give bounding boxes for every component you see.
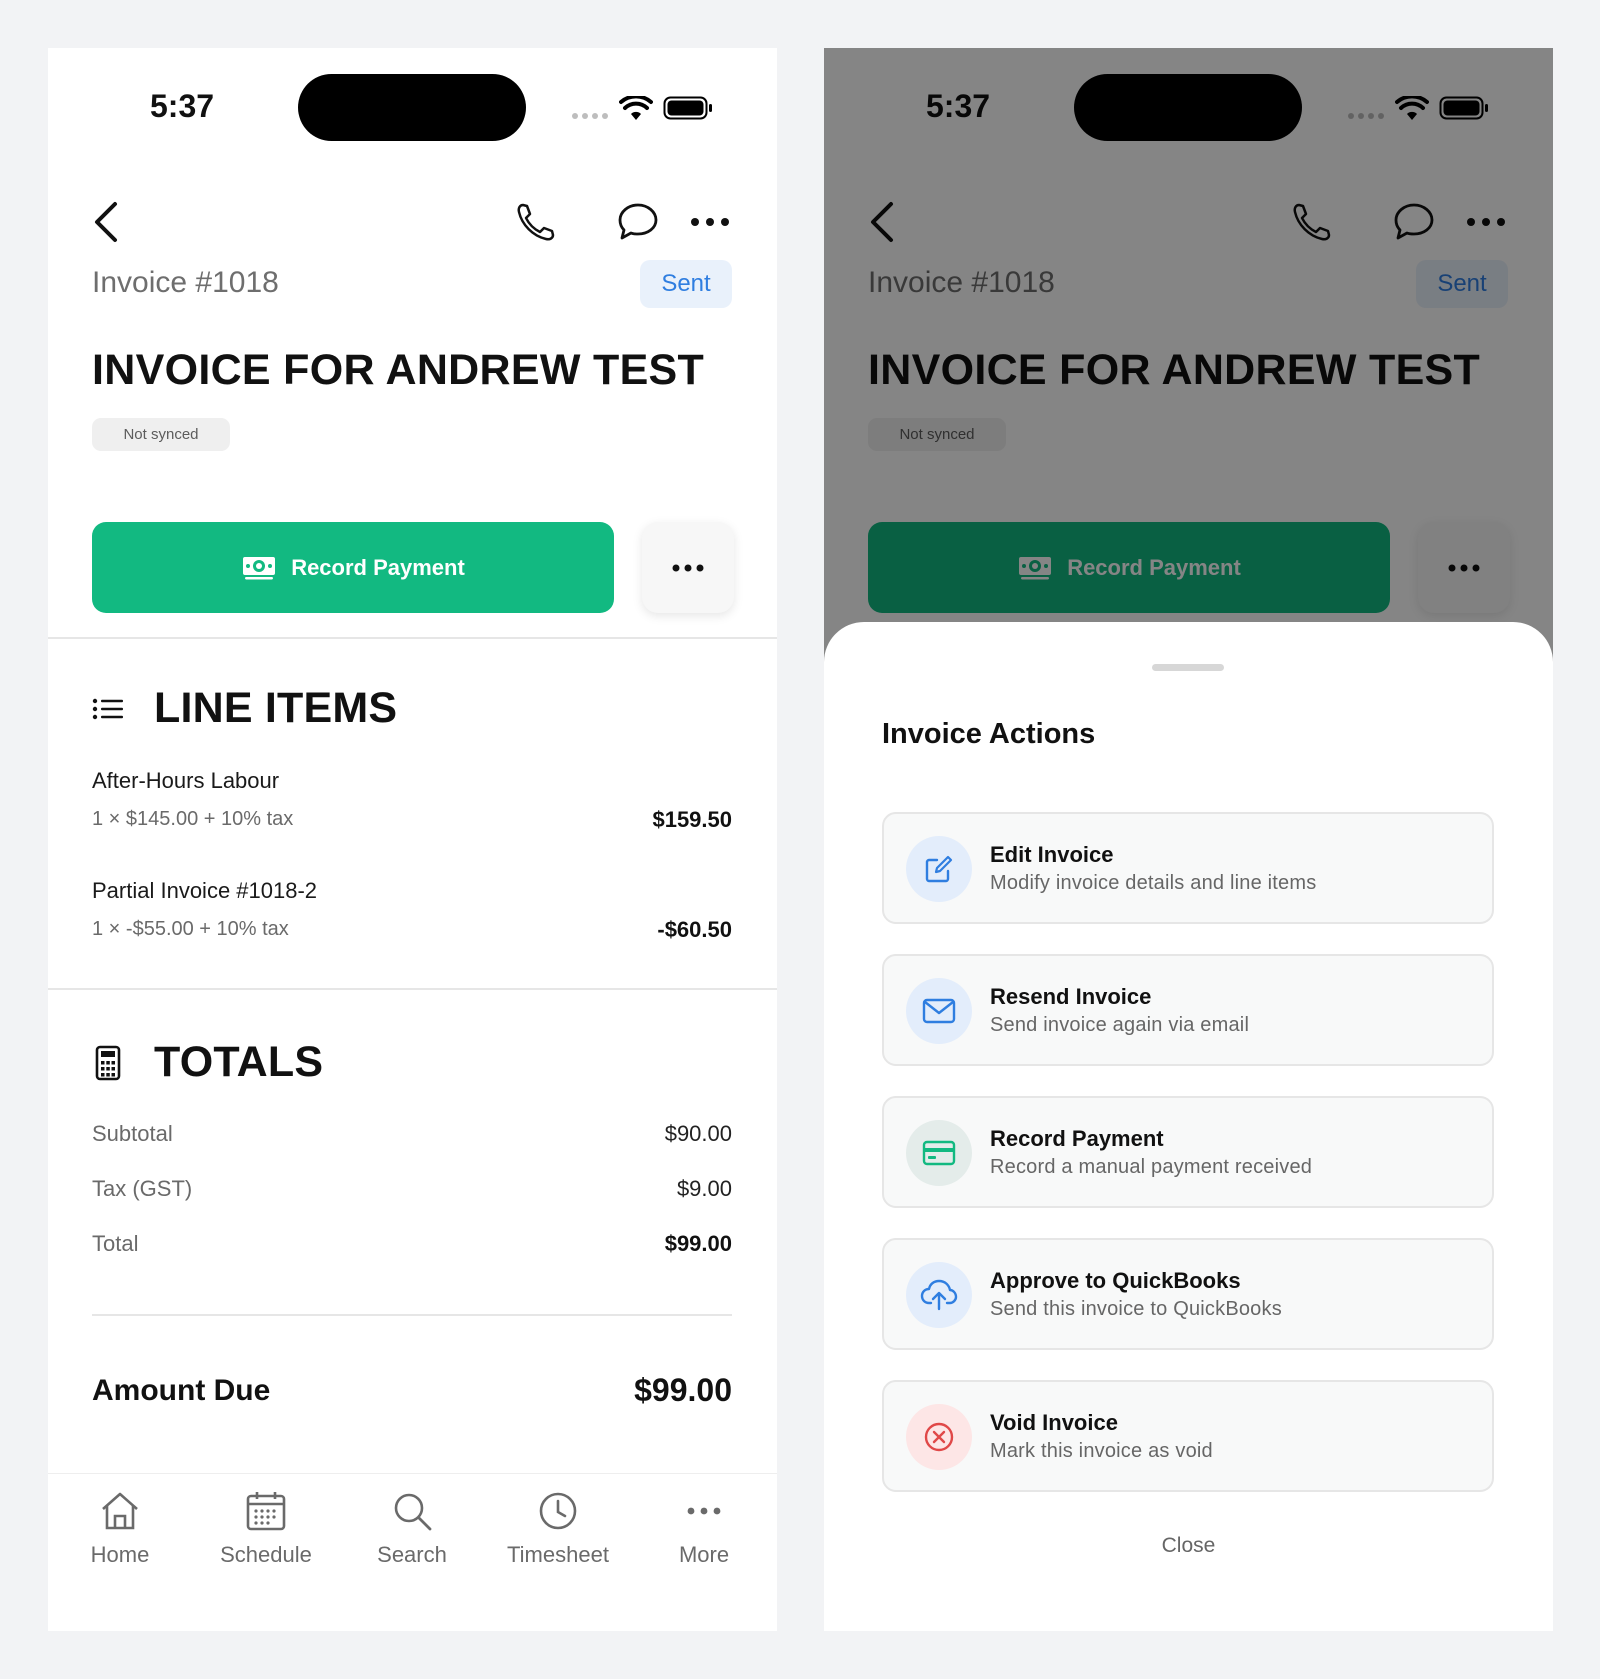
- void-invoice-action[interactable]: Void Invoice Mark this invoice as void: [882, 1380, 1494, 1492]
- action-subtitle: Modify invoice details and line items: [990, 872, 1317, 894]
- clock-icon: [539, 1492, 577, 1530]
- tab-more[interactable]: More: [634, 1490, 774, 1568]
- status-bar: 5:37: [48, 48, 777, 178]
- search-icon: [394, 1493, 432, 1531]
- resend-invoice-action[interactable]: Resend Invoice Send invoice again via em…: [882, 954, 1494, 1066]
- action-title: Void Invoice: [990, 1410, 1118, 1435]
- status-badge: Sent: [640, 260, 732, 308]
- card-icon: [906, 1120, 972, 1186]
- battery-icon: [663, 96, 712, 120]
- subtotal-value: $90.00: [664, 1121, 732, 1146]
- tab-timesheet[interactable]: Timesheet: [488, 1490, 628, 1568]
- tab-label: Search: [377, 1542, 447, 1567]
- void-icon: [906, 1404, 972, 1470]
- divider: [48, 637, 777, 639]
- back-icon[interactable]: [80, 196, 132, 248]
- line-item-name: After-Hours Labour: [92, 768, 280, 793]
- wifi-icon: [619, 96, 653, 120]
- record-payment-button[interactable]: Record Payment: [92, 522, 614, 613]
- status-time: 5:37: [150, 88, 215, 124]
- tab-home[interactable]: Home: [50, 1490, 190, 1568]
- invoice-screen: 5:37 Invoice #1018 Sent INVOICE FOR ANDR…: [48, 48, 777, 1631]
- action-title: Record Payment: [990, 1126, 1164, 1151]
- tab-label: More: [678, 1542, 730, 1567]
- action-subtitle: Send invoice again via email: [990, 1014, 1250, 1036]
- totals-title: TOTALS: [154, 1038, 324, 1086]
- line-item-amount: -$60.50: [657, 917, 732, 942]
- amount-due-value: $99.00: [634, 1372, 732, 1408]
- close-button[interactable]: Close: [824, 1534, 1553, 1558]
- phone-icon[interactable]: [510, 196, 562, 248]
- mail-icon: [906, 978, 972, 1044]
- action-subtitle: Mark this invoice as void: [990, 1440, 1213, 1462]
- tab-search[interactable]: Search: [342, 1490, 482, 1568]
- tax-label: Tax (GST): [92, 1176, 193, 1201]
- page-title: INVOICE FOR ANDREW TEST: [92, 346, 705, 394]
- subtotal-label: Subtotal: [92, 1121, 173, 1146]
- tab-bar: Home Schedule Search Timesheet More: [48, 1473, 777, 1631]
- sheet-grabber[interactable]: [1152, 664, 1224, 671]
- home-icon: [102, 1492, 138, 1530]
- cash-icon: [243, 556, 276, 579]
- action-title: Resend Invoice: [990, 984, 1152, 1009]
- invoice-screen-with-sheet: 5:37 Invoice #1018 Sent INVOICE FOR ANDR…: [824, 48, 1553, 1631]
- line-item-detail: 1 × $145.00 + 10% tax: [92, 808, 294, 830]
- edit-invoice-action[interactable]: Edit Invoice Modify invoice details and …: [882, 812, 1494, 924]
- action-title: Edit Invoice: [990, 842, 1114, 867]
- line-item-amount: $159.50: [652, 807, 732, 832]
- divider: [92, 1314, 732, 1316]
- line-item-name: Partial Invoice #1018-2: [92, 878, 318, 903]
- line-items-title: LINE ITEMS: [154, 684, 398, 732]
- overflow-menu-button[interactable]: [642, 522, 734, 613]
- edit-icon: [906, 836, 972, 902]
- more-icon: [687, 1507, 721, 1515]
- total-label: Total: [92, 1231, 139, 1256]
- totals-header: TOTALS: [92, 1038, 323, 1087]
- calendar-icon: [246, 1492, 286, 1531]
- sync-badge: Not synced: [92, 418, 230, 451]
- tab-schedule[interactable]: Schedule: [196, 1490, 336, 1568]
- record-payment-label: Record Payment: [291, 554, 465, 580]
- more-options-icon[interactable]: [684, 196, 736, 248]
- list-icon: [92, 698, 123, 719]
- cloud-upload-icon: [906, 1262, 972, 1328]
- chat-icon[interactable]: [612, 196, 664, 248]
- signal-icon: [572, 113, 608, 119]
- action-subtitle: Record a manual payment received: [990, 1156, 1313, 1178]
- calculator-icon: [95, 1045, 121, 1080]
- invoice-number: Invoice #1018: [92, 266, 279, 299]
- more-icon: [672, 564, 704, 571]
- approve-quickbooks-action[interactable]: Approve to QuickBooks Send this invoice …: [882, 1238, 1494, 1350]
- record-payment-action[interactable]: Record Payment Record a manual payment r…: [882, 1096, 1494, 1208]
- dynamic-island: [298, 74, 526, 141]
- line-items-header: LINE ITEMS: [92, 684, 397, 733]
- action-subtitle: Send this invoice to QuickBooks: [990, 1298, 1282, 1320]
- amount-due-label: Amount Due: [92, 1374, 271, 1407]
- tab-label: Home: [90, 1542, 150, 1567]
- tax-value: $9.00: [676, 1176, 732, 1201]
- action-title: Approve to QuickBooks: [990, 1268, 1241, 1293]
- top-nav: [48, 188, 777, 268]
- line-item-detail: 1 × -$55.00 + 10% tax: [92, 918, 289, 940]
- total-value: $99.00: [664, 1231, 732, 1256]
- tab-label: Schedule: [220, 1542, 312, 1567]
- invoice-actions-sheet: Invoice Actions Edit Invoice Modify invo…: [824, 622, 1553, 1631]
- divider: [48, 988, 777, 990]
- tab-label: Timesheet: [507, 1542, 609, 1567]
- sheet-title: Invoice Actions: [882, 718, 1096, 750]
